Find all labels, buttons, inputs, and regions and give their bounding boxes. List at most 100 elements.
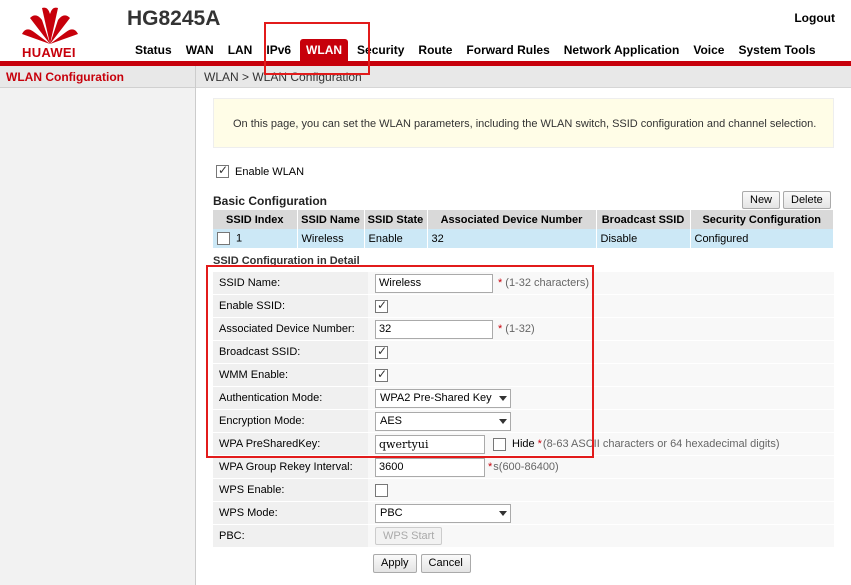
form-row-pbc: PBC: WPS Start	[213, 525, 834, 548]
encryption-mode-select[interactable]: AES	[375, 411, 511, 431]
ssid-name-label: SSID Name:	[213, 272, 368, 294]
associated-devices-input[interactable]: 32	[375, 319, 493, 339]
apply-button[interactable]: Apply	[373, 554, 417, 573]
encryption-mode-value: AES	[380, 414, 403, 427]
device-model: HG8245A	[127, 7, 221, 30]
nav-route[interactable]: Route	[411, 39, 459, 61]
nav-status[interactable]: Status	[128, 39, 179, 61]
cell-ssid-name: Wireless	[297, 229, 365, 248]
rekey-interval-label: WPA Group Rekey Interval:	[213, 456, 368, 478]
form-row-broadcast-ssid: Broadcast SSID:	[213, 341, 834, 364]
form-row-wps-enable: WPS Enable:	[213, 479, 834, 502]
basic-configuration-title: Basic Configuration	[213, 194, 328, 208]
nav-wan[interactable]: WAN	[179, 39, 221, 61]
wps-mode-label: WPS Mode:	[213, 502, 368, 524]
authentication-mode-value: WPA2 Pre-Shared Key	[380, 391, 492, 404]
cell-ssid-index: 1	[213, 229, 298, 248]
top-nav: Status WAN LAN IPv6 WLAN Security Route …	[128, 39, 823, 61]
psk-label: WPA PreSharedKey:	[213, 433, 368, 455]
required-marker: *	[537, 438, 542, 450]
form-row-wps-mode: WPS Mode: PBC	[213, 502, 834, 525]
required-marker: *	[498, 323, 503, 335]
ssid-detail-title: SSID Configuration in Detail	[213, 255, 360, 267]
column-ssid-name: SSID Name	[297, 210, 365, 229]
logout-link[interactable]: Logout	[794, 11, 835, 25]
page-description: On this page, you can set the WLAN param…	[213, 98, 834, 148]
form-row-rekey-interval: WPA Group Rekey Interval: 3600 * s(600-86…	[213, 456, 834, 479]
row-select-checkbox[interactable]	[217, 232, 230, 245]
ssid-name-hint: (1-32 characters)	[505, 277, 590, 289]
chevron-down-icon	[499, 418, 507, 424]
wps-start-button[interactable]: WPS Start	[375, 527, 443, 545]
wmm-label: WMM Enable:	[213, 364, 368, 386]
column-ssid-state: SSID State	[364, 210, 428, 229]
required-marker: *	[498, 277, 503, 289]
cancel-button[interactable]: Cancel	[420, 554, 471, 573]
associated-devices-label: Associated Device Number:	[213, 318, 368, 340]
enable-wlan-label: Enable WLAN	[235, 165, 305, 178]
hide-psk-checkbox[interactable]	[493, 437, 506, 451]
form-row-psk: WPA PreSharedKey: qwertyui Hide * (8-63 A…	[213, 433, 834, 456]
ssid-name-input[interactable]: Wireless	[375, 273, 493, 293]
form-row-wmm: WMM Enable:	[213, 364, 834, 387]
psk-input[interactable]: qwertyui	[375, 434, 485, 454]
cell-associated-devices: 32	[427, 229, 597, 248]
breadcrumb: WLAN > WLAN Configuration	[196, 66, 851, 88]
column-associated-device-number: Associated Device Number	[427, 210, 597, 229]
rekey-interval-hint: s(600-86400)	[493, 461, 559, 473]
enable-ssid-label: Enable SSID:	[213, 295, 368, 317]
ssid-index-value: 1	[236, 232, 243, 245]
chevron-down-icon	[499, 395, 507, 401]
nav-security[interactable]: Security	[350, 39, 411, 61]
cell-security-configuration: Configured	[690, 229, 834, 248]
enable-ssid-checkbox[interactable]	[375, 298, 388, 313]
nav-lan[interactable]: LAN	[221, 39, 260, 61]
cell-ssid-state: Enable	[364, 229, 428, 248]
ssid-table: SSID Index SSID Name SSID State Associat…	[213, 210, 834, 248]
authentication-mode-select[interactable]: WPA2 Pre-Shared Key	[375, 388, 511, 408]
new-button[interactable]: New	[742, 191, 781, 209]
ssid-detail-form: SSID Name: Wireless * (1-32 characters) E…	[213, 272, 834, 548]
column-ssid-index: SSID Index	[213, 210, 298, 229]
associated-devices-hint: (1-32)	[505, 323, 535, 335]
nav-wlan[interactable]: WLAN	[300, 39, 349, 61]
wps-enable-label: WPS Enable:	[213, 479, 368, 501]
broadcast-ssid-label: Broadcast SSID:	[213, 341, 368, 363]
encryption-mode-label: Encryption Mode:	[213, 410, 368, 432]
form-actions: Apply Cancel	[373, 554, 471, 573]
wps-enable-checkbox[interactable]	[375, 483, 388, 497]
form-row-encryption-mode: Encryption Mode: AES	[213, 410, 834, 433]
pbc-label: PBC:	[213, 525, 368, 547]
wps-mode-select[interactable]: PBC	[375, 503, 511, 523]
table-row[interactable]: 1 Wireless Enable 32 Disable Configured	[213, 229, 834, 248]
cell-broadcast-ssid: Disable	[596, 229, 691, 248]
enable-wlan-checkbox[interactable]	[216, 163, 229, 178]
main-content: WLAN > WLAN Configuration On this page, …	[196, 66, 851, 585]
chevron-down-icon	[499, 510, 507, 516]
nav-voice[interactable]: Voice	[686, 39, 731, 61]
authentication-mode-label: Authentication Mode:	[213, 387, 368, 409]
sidebar: WLAN Configuration	[0, 66, 196, 585]
header: HUAWEI HG8245A Logout Status WAN LAN IPv…	[0, 0, 851, 66]
required-marker: *	[488, 461, 493, 473]
delete-button[interactable]: Delete	[783, 191, 831, 209]
enable-wlan-row: Enable WLAN	[216, 163, 305, 178]
column-security-configuration: Security Configuration	[690, 210, 834, 229]
form-row-authentication-mode: Authentication Mode: WPA2 Pre-Shared Key	[213, 387, 834, 410]
wmm-checkbox[interactable]	[375, 367, 388, 382]
sidebar-item-wlan-configuration[interactable]: WLAN Configuration	[0, 66, 195, 88]
hide-label: Hide	[512, 438, 535, 450]
psk-hint: (8-63 ASCII characters or 64 hexadecimal…	[542, 438, 780, 450]
logo-text: HUAWEI	[22, 45, 76, 60]
form-row-associated-devices: Associated Device Number: 32 * (1-32)	[213, 318, 834, 341]
rekey-interval-input[interactable]: 3600	[375, 457, 485, 477]
column-broadcast-ssid: Broadcast SSID	[596, 210, 691, 229]
form-row-enable-ssid: Enable SSID:	[213, 295, 834, 318]
nav-network-application[interactable]: Network Application	[557, 39, 687, 61]
nav-system-tools[interactable]: System Tools	[731, 39, 822, 61]
broadcast-ssid-checkbox[interactable]	[375, 344, 388, 359]
nav-ipv6[interactable]: IPv6	[259, 39, 298, 61]
nav-forward-rules[interactable]: Forward Rules	[459, 39, 556, 61]
wps-mode-value: PBC	[380, 506, 403, 519]
form-row-ssid-name: SSID Name: Wireless * (1-32 characters)	[213, 272, 834, 295]
